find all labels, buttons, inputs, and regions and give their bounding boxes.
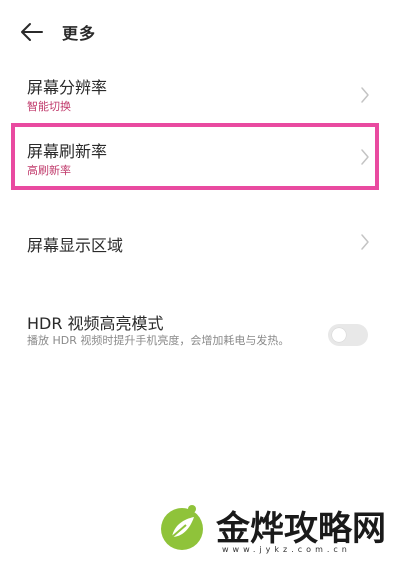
hdr-setting-row: HDR 视频高亮模式 播放 HDR 视频时提升手机亮度，会增加耗电与发热。 [0,300,400,372]
refresh-rate-value: 高刷新率 [27,164,71,177]
arrow-left-icon [21,23,43,41]
watermark-url: www.jykz.com.cn [222,545,351,554]
display-area-title: 屏幕显示区域 [27,236,124,255]
refresh-rate-setting-row[interactable]: 屏幕刷新率 高刷新率 [0,128,400,186]
page-title: 更多 [62,24,97,43]
hdr-toggle[interactable] [328,324,368,346]
hdr-description: 播放 HDR 视频时提升手机亮度，会增加耗电与发热。 [27,334,290,347]
leaf-logo-icon [161,505,203,550]
watermark-text: 金烨攻略网 [216,509,386,549]
chevron-right-icon [361,149,369,165]
refresh-rate-title: 屏幕刷新率 [27,142,108,161]
toggle-knob [332,328,346,342]
chevron-right-icon [361,87,369,103]
hdr-title: HDR 视频高亮模式 [27,314,164,333]
top-bar: 更多 [0,0,400,64]
display-area-setting-row[interactable]: 屏幕显示区域 [0,218,400,266]
resolution-value: 智能切换 [27,100,71,113]
back-button[interactable] [18,18,48,46]
resolution-title: 屏幕分辨率 [27,78,108,97]
chevron-right-icon [361,234,369,250]
resolution-setting-row[interactable]: 屏幕分辨率 智能切换 [0,66,400,122]
watermark: 金烨攻略网 www.jykz.com.cn [150,495,400,563]
